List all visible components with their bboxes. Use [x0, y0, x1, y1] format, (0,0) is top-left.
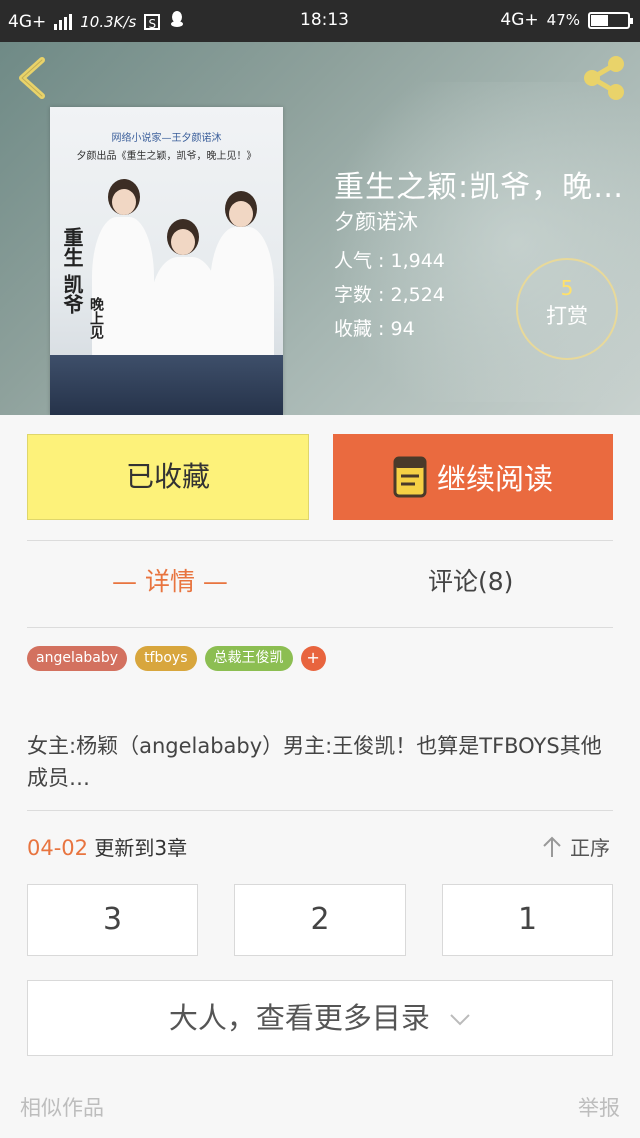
back-button[interactable] [14, 56, 54, 100]
more-catalog-button[interactable]: 大人，查看更多目录 [27, 980, 613, 1056]
qq-icon [168, 10, 186, 33]
more-catalog-label: 大人，查看更多目录 [168, 1001, 430, 1035]
favorited-button[interactable]: 已收藏 [27, 434, 309, 520]
stat-word-count: 字数 : 2,524 [334, 284, 445, 306]
divider [27, 627, 613, 628]
cover-line1: 网络小说家—王夕颜诺沐 [111, 133, 222, 144]
cover-line2: 夕颜出品《重生之颖，凯爷，晚上见！》 [76, 151, 257, 162]
reward-count: 5 [560, 276, 574, 300]
book-header: 网络小说家—王夕颜诺沐 夕颜出品《重生之颖，凯爷，晚上见！》 重生 凯爷 晚上见… [0, 42, 640, 415]
cover-figure-face [112, 189, 136, 215]
network-type-left: 4G+ [8, 11, 47, 32]
cover-vertical-title: 重生 凯爷 [60, 227, 84, 314]
book-title: 重生之颖:凯爷，晚… [334, 170, 625, 205]
divider [27, 810, 613, 811]
chapter-button[interactable]: 2 [234, 884, 406, 956]
battery-icon [588, 11, 633, 29]
tag-item[interactable]: tfboys [135, 646, 197, 671]
update-info: 04-02 更新到3章 [27, 832, 187, 861]
battery-percent: 47% [546, 11, 580, 29]
book-intro[interactable]: 女主:杨颖（angelababy）男主:王俊凯！也算是TFBOYS其他成员… [27, 730, 617, 794]
cover-bed [50, 355, 283, 415]
status-bar: 4G+ 10.3K/s S 18:13 4G+ 47% [0, 0, 640, 42]
book-cover[interactable]: 网络小说家—王夕颜诺沐 夕颜出品《重生之颖，凯爷，晚上见！》 重生 凯爷 晚上见 [50, 107, 283, 415]
reward-button[interactable]: 5 打赏 [516, 258, 618, 360]
signal-icon [54, 13, 73, 30]
network-speed: 10.3K/s [80, 12, 137, 31]
tag-item[interactable]: 总裁王俊凯 [204, 646, 293, 671]
add-tag-button[interactable]: + [300, 646, 326, 671]
cover-vertical-title2: 晚上见 [88, 297, 104, 339]
chapter-button[interactable]: 1 [442, 884, 613, 956]
report-link[interactable]: 举报 [578, 1092, 620, 1122]
update-text: 更新到3章 [94, 836, 188, 860]
cover-figure-face [171, 229, 195, 255]
stat-popularity: 人气 : 1,944 [334, 250, 445, 272]
chapter-button[interactable]: 3 [27, 884, 198, 956]
sort-order-label: 正序 [570, 836, 610, 860]
continue-reading-button[interactable]: 继续阅读 [333, 434, 613, 520]
reward-label: 打赏 [546, 304, 588, 328]
share-button[interactable] [580, 54, 628, 102]
update-date: 04-02 [27, 836, 89, 860]
back-arrow-icon [19, 57, 45, 99]
clock: 18:13 [300, 10, 349, 30]
similar-works-heading: 相似作品 [20, 1096, 104, 1120]
tab-comments[interactable]: 评论(8) [428, 562, 513, 598]
cover-figure [92, 217, 154, 367]
tab-detail[interactable]: — 详情 — [112, 562, 228, 598]
status-left: 4G+ 10.3K/s S [8, 10, 186, 33]
s-app-icon: S [144, 13, 161, 31]
status-right: 4G+ 47% [500, 10, 633, 30]
sort-order-button[interactable]: 正序 [542, 832, 610, 861]
share-icon [584, 56, 624, 100]
chevron-down-icon [450, 1014, 470, 1026]
arrow-up-icon [543, 836, 561, 857]
stat-favorites: 收藏 : 94 [334, 318, 415, 340]
tag-item[interactable]: angelababy [27, 646, 128, 671]
cover-figure-face [229, 201, 253, 227]
network-type-right: 4G+ [500, 10, 539, 30]
book-author[interactable]: 夕颜诺沐 [334, 206, 418, 236]
battery-fill [591, 14, 608, 26]
continue-reading-label: 继续阅读 [436, 462, 553, 496]
book-icon [393, 456, 427, 498]
divider [27, 540, 613, 541]
tag-list: angelababy tfboys 总裁王俊凯 + [27, 646, 326, 671]
